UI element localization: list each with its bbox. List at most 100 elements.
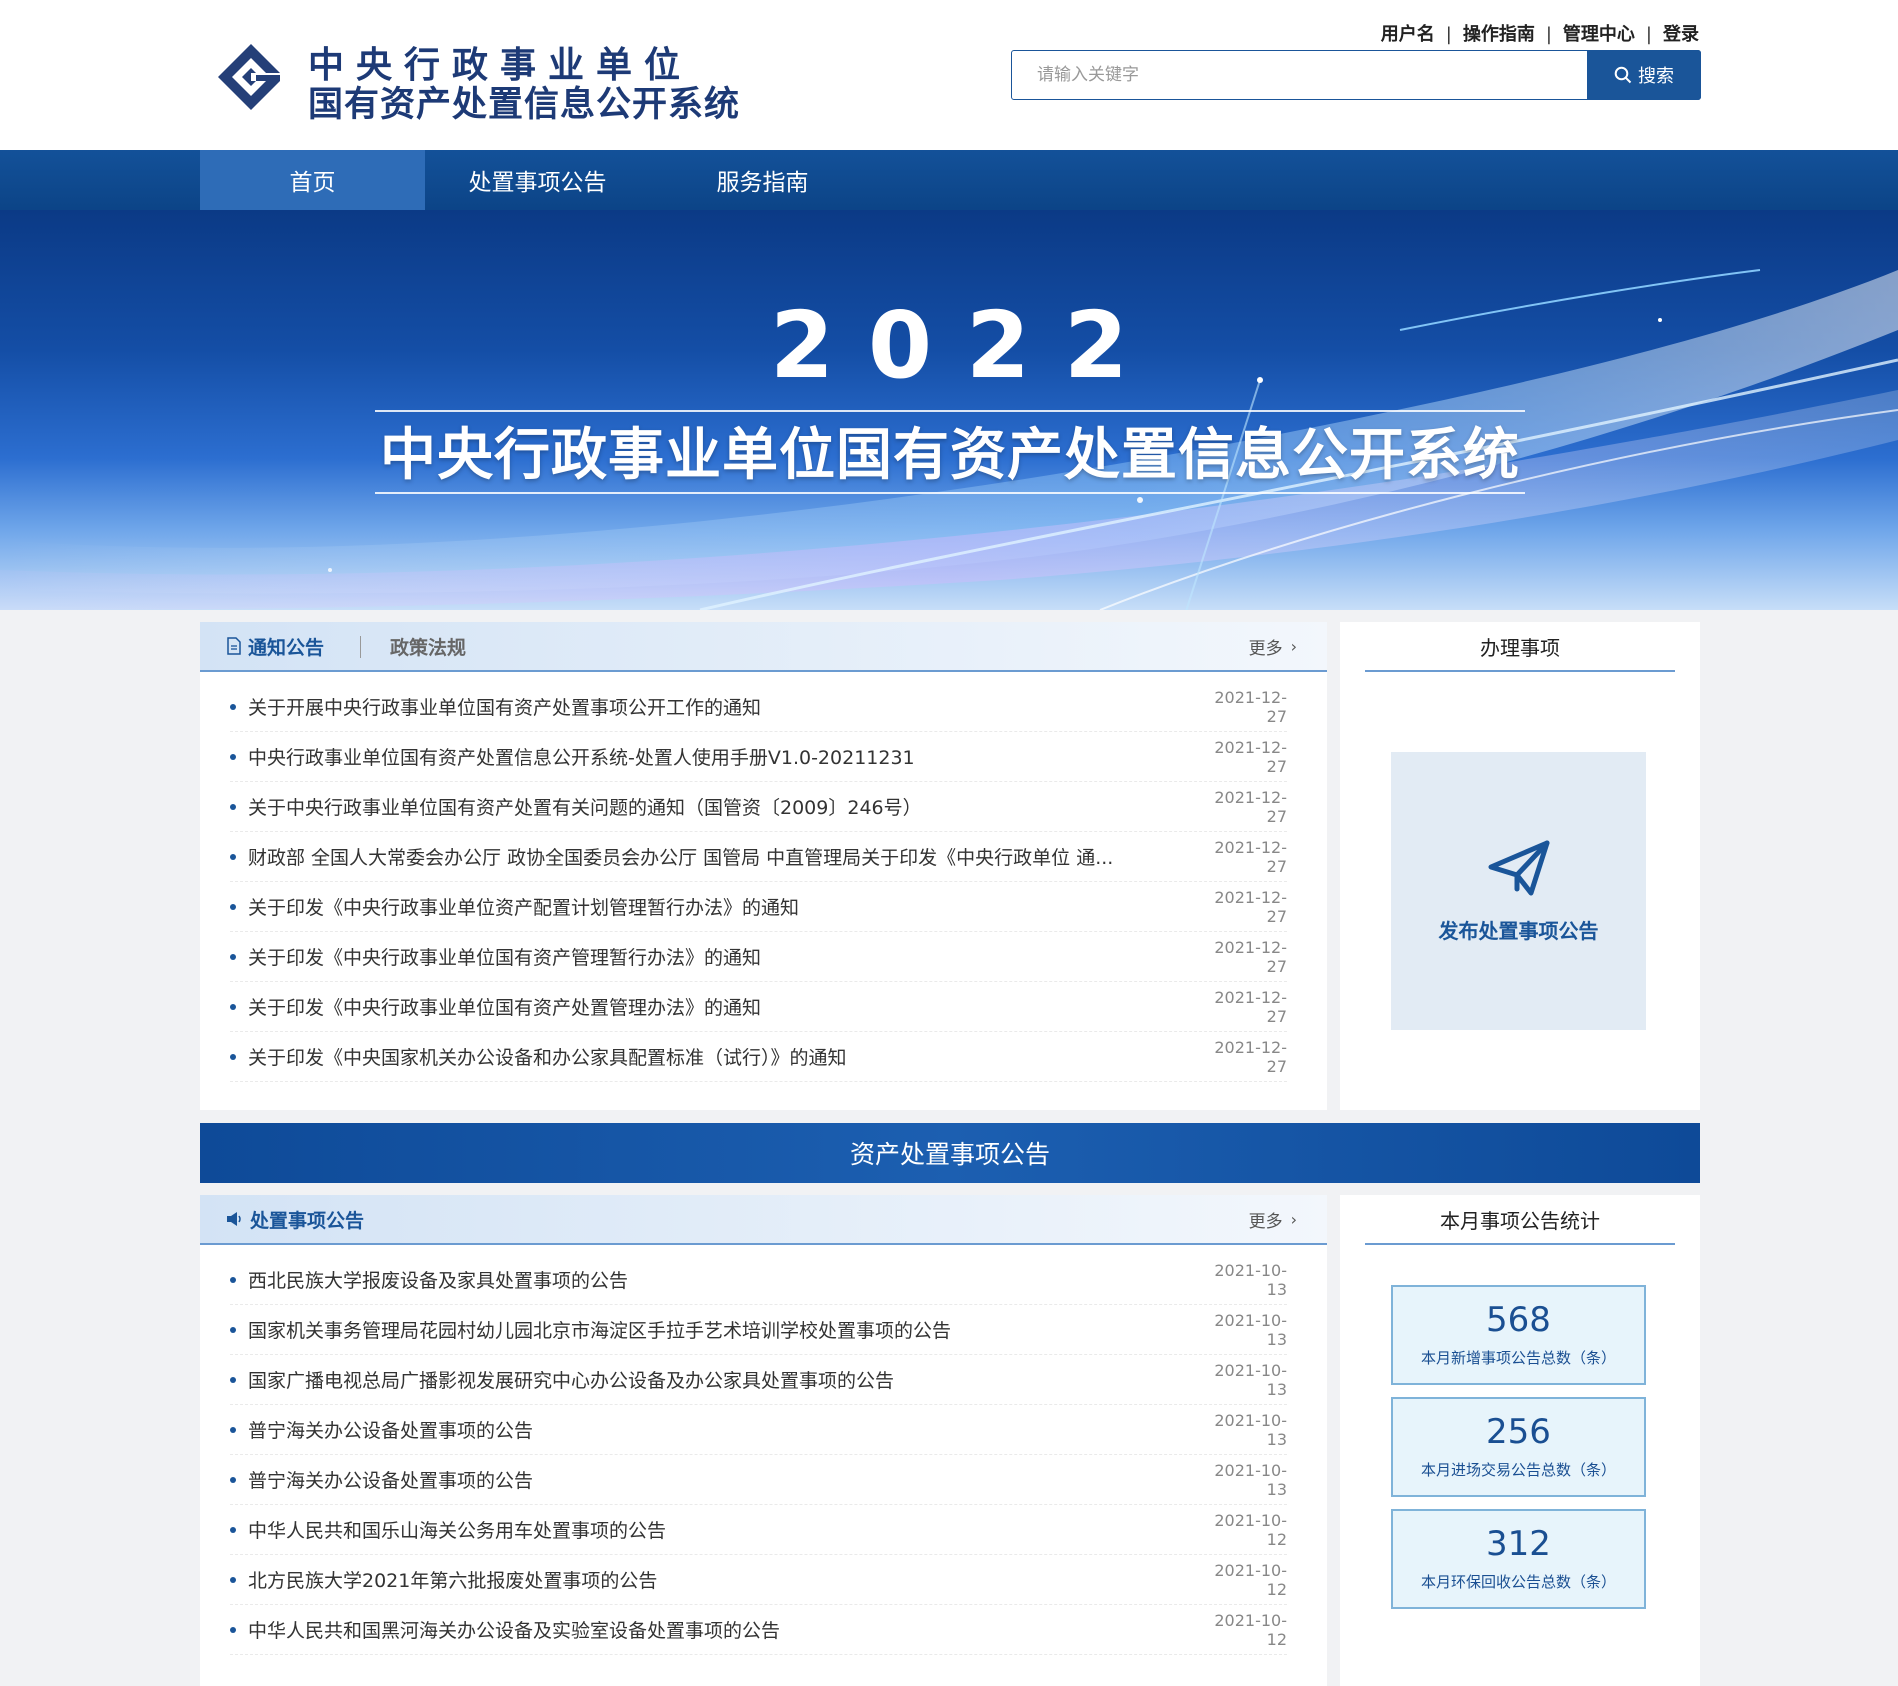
chevron-right-icon: › xyxy=(1290,636,1297,656)
link-separator: | xyxy=(1445,24,1452,45)
tab-disposal-label: 处置事项公告 xyxy=(250,1209,365,1232)
list-item-title[interactable]: 普宁海关办公设备处置事项的公告 xyxy=(248,1466,1197,1493)
list-item-title[interactable]: 普宁海关办公设备处置事项的公告 xyxy=(248,1416,1197,1443)
disposal-list: 西北民族大学报废设备及家具处置事项的公告 2021-10-13 国家机关事务管理局花… xyxy=(230,1255,1287,1655)
bullet-icon xyxy=(230,703,236,710)
notice-more-link[interactable]: 更多 › xyxy=(1249,622,1297,670)
disposal-more-link[interactable]: 更多 › xyxy=(1249,1195,1297,1243)
notice-panel: 通知公告 政策法规 更多 › 关于开展中央行政事业单位国有资产处置事项公开工作的… xyxy=(200,622,1327,1110)
list-item-date: 2021-10-13 xyxy=(1214,1360,1287,1399)
admin-center-link[interactable]: 管理中心 xyxy=(1563,24,1635,45)
section-banner: 资产处置事项公告 xyxy=(200,1123,1700,1183)
list-item-title[interactable]: 关于开展中央行政事业单位国有资产处置事项公开工作的通知 xyxy=(248,693,1197,720)
list-item-title[interactable]: 关于印发《中央国家机关办公设备和办公家具配置标准（试行）》的通知 xyxy=(248,1043,1197,1070)
list-item-date: 2021-10-13 xyxy=(1214,1310,1287,1349)
stats-panel-title: 本月事项公告统计 xyxy=(1365,1195,1675,1245)
publish-announcement-button[interactable]: 发布处置事项公告 xyxy=(1391,752,1646,1030)
list-item-date: 2021-10-12 xyxy=(1214,1510,1287,1549)
stat-value: 256 xyxy=(1486,1411,1551,1452)
stats-panel: 本月事项公告统计 568 本月新增事项公告总数（条） 256 本月进场交易公告总… xyxy=(1340,1195,1700,1686)
list-item-date: 2021-12-27 xyxy=(1214,887,1287,926)
list-item-title[interactable]: 国家广播电视总局广播影视发展研究中心办公设备及办公家具处置事项的公告 xyxy=(248,1366,1197,1393)
bullet-icon xyxy=(230,1476,236,1483)
list-item-title[interactable]: 西北民族大学报废设备及家具处置事项的公告 xyxy=(248,1266,1197,1293)
list-item-date: 2021-12-27 xyxy=(1214,837,1287,876)
list-item[interactable]: 关于中央行政事业单位国有资产处置有关问题的通知（国管资〔2009〕246号） 20… xyxy=(230,782,1287,832)
search-box: 搜索 xyxy=(1011,50,1701,100)
notice-more-label: 更多 xyxy=(1248,638,1283,659)
list-item-title[interactable]: 关于印发《中央行政事业单位资产配置计划管理暂行办法》的通知 xyxy=(248,893,1197,920)
link-separator: | xyxy=(1645,24,1652,45)
stat-card-trading: 256 本月进场交易公告总数（条） xyxy=(1391,1397,1646,1497)
list-item-title[interactable]: 中华人民共和国黑河海关办公设备及实验室设备处置事项的公告 xyxy=(248,1616,1197,1643)
nav-disposal-announcements[interactable]: 处置事项公告 xyxy=(425,150,650,210)
bullet-icon xyxy=(230,1426,236,1433)
search-icon xyxy=(1614,66,1632,84)
list-item-title[interactable]: 中华人民共和国乐山海关公务用车处置事项的公告 xyxy=(248,1516,1197,1543)
document-icon xyxy=(227,637,241,655)
bullet-icon xyxy=(230,1003,236,1010)
section-banner-title: 资产处置事项公告 xyxy=(849,1140,1050,1169)
tab-policies[interactable]: 政策法规 xyxy=(390,622,466,670)
list-item-date: 2021-12-27 xyxy=(1214,737,1287,776)
nav-service-guide[interactable]: 服务指南 xyxy=(650,150,875,210)
stat-label: 本月环保回收公告总数（条） xyxy=(1420,1573,1616,1592)
list-item-title[interactable]: 关于印发《中央行政事业单位国有资产处置管理办法》的通知 xyxy=(248,993,1197,1020)
guide-link[interactable]: 操作指南 xyxy=(1463,24,1535,45)
search-input[interactable] xyxy=(1012,51,1586,99)
stat-card-recycling: 312 本月环保回收公告总数（条） xyxy=(1391,1509,1646,1609)
list-item-date: 2021-12-27 xyxy=(1214,787,1287,826)
publish-announcement-label: 发布处置事项公告 xyxy=(1438,918,1599,943)
list-item-date: 2021-10-12 xyxy=(1214,1560,1287,1599)
list-item-title[interactable]: 关于中央行政事业单位国有资产处置有关问题的通知（国管资〔2009〕246号） xyxy=(248,793,1197,820)
tab-notices[interactable]: 通知公告 xyxy=(226,622,324,670)
stat-value: 568 xyxy=(1486,1299,1551,1340)
bullet-icon xyxy=(230,1276,236,1283)
list-item[interactable]: 中华人民共和国乐山海关公务用车处置事项的公告 2021-10-12 xyxy=(230,1505,1287,1555)
banner-title: 中央行政事业单位国有资产处置信息公开系统 xyxy=(380,423,1520,488)
bullet-icon xyxy=(230,1053,236,1060)
notice-panel-header: 通知公告 政策法规 更多 › xyxy=(200,622,1327,672)
list-item-title[interactable]: 北方民族大学2021年第六批报废处置事项的公告 xyxy=(248,1566,1197,1593)
list-item[interactable]: 关于印发《中央行政事业单位国有资产管理暂行办法》的通知 2021-12-27 xyxy=(230,932,1287,982)
list-item[interactable]: 财政部 全国人大常委会办公厅 政协全国委员会办公厅 国管局 中直管理局关于印发《… xyxy=(230,832,1287,882)
stat-label: 本月新增事项公告总数（条） xyxy=(1420,1349,1616,1368)
search-button[interactable]: 搜索 xyxy=(1587,50,1701,100)
list-item[interactable]: 关于印发《中央国家机关办公设备和办公家具配置标准（试行）》的通知 2021-12-… xyxy=(230,1032,1287,1082)
user-links: 用户名 | 操作指南 | 管理中心 | 登录 xyxy=(1381,20,1699,46)
hero-banner: 2022 中央行政事业单位国有资产处置信息公开系统 xyxy=(0,210,1898,610)
disposal-more-label: 更多 xyxy=(1248,1211,1283,1232)
bullet-icon xyxy=(230,903,236,910)
list-item-title[interactable]: 财政部 全国人大常委会办公厅 政协全国委员会办公厅 国管局 中直管理局关于印发《… xyxy=(248,843,1197,870)
nav-home[interactable]: 首页 xyxy=(200,150,425,210)
tab-disposal-announcements[interactable]: 处置事项公告 xyxy=(226,1195,364,1243)
bullet-icon xyxy=(230,753,236,760)
list-item[interactable]: 普宁海关办公设备处置事项的公告 2021-10-13 xyxy=(230,1455,1287,1505)
list-item[interactable]: 国家机关事务管理局花园村幼儿园北京市海淀区手拉手艺术培训学校处置事项的公告 202… xyxy=(230,1305,1287,1355)
list-item[interactable]: 西北民族大学报废设备及家具处置事项的公告 2021-10-13 xyxy=(230,1255,1287,1305)
list-item-title[interactable]: 关于印发《中央行政事业单位国有资产管理暂行办法》的通知 xyxy=(248,943,1197,970)
bullet-icon xyxy=(230,1526,236,1533)
list-item[interactable]: 关于印发《中央行政事业单位国有资产处置管理办法》的通知 2021-12-27 xyxy=(230,982,1287,1032)
logo-icon[interactable] xyxy=(216,42,286,112)
list-item[interactable]: 普宁海关办公设备处置事项的公告 2021-10-13 xyxy=(230,1405,1287,1455)
list-item-date: 2021-12-27 xyxy=(1214,1037,1287,1076)
paper-plane-icon xyxy=(1488,840,1549,895)
bullet-icon xyxy=(230,1626,236,1633)
list-item-title[interactable]: 国家机关事务管理局花园村幼儿园北京市海淀区手拉手艺术培训学校处置事项的公告 xyxy=(248,1316,1197,1343)
list-item-title[interactable]: 中央行政事业单位国有资产处置信息公开系统-处置人使用手册V1.0-2021123… xyxy=(248,743,1197,770)
list-item[interactable]: 关于印发《中央行政事业单位资产配置计划管理暂行办法》的通知 2021-12-27 xyxy=(230,882,1287,932)
list-item[interactable]: 关于开展中央行政事业单位国有资产处置事项公开工作的通知 2021-12-27 xyxy=(230,682,1287,732)
login-link[interactable]: 登录 xyxy=(1663,24,1699,45)
chevron-right-icon: › xyxy=(1290,1209,1297,1229)
list-item-date: 2021-12-27 xyxy=(1214,987,1287,1026)
list-item[interactable]: 中央行政事业单位国有资产处置信息公开系统-处置人使用手册V1.0-2021123… xyxy=(230,732,1287,782)
list-item[interactable]: 北方民族大学2021年第六批报废处置事项的公告 2021-10-12 xyxy=(230,1555,1287,1605)
list-item[interactable]: 国家广播电视总局广播影视发展研究中心办公设备及办公家具处置事项的公告 2021-1… xyxy=(230,1355,1287,1405)
list-item[interactable]: 中华人民共和国黑河海关办公设备及实验室设备处置事项的公告 2021-10-12 xyxy=(230,1605,1287,1655)
stat-card-new: 568 本月新增事项公告总数（条） xyxy=(1391,1285,1646,1385)
username-link[interactable]: 用户名 xyxy=(1381,24,1435,45)
affairs-panel-title: 办理事项 xyxy=(1365,622,1675,672)
tab-separator xyxy=(360,636,361,658)
list-item-date: 2021-12-27 xyxy=(1214,937,1287,976)
